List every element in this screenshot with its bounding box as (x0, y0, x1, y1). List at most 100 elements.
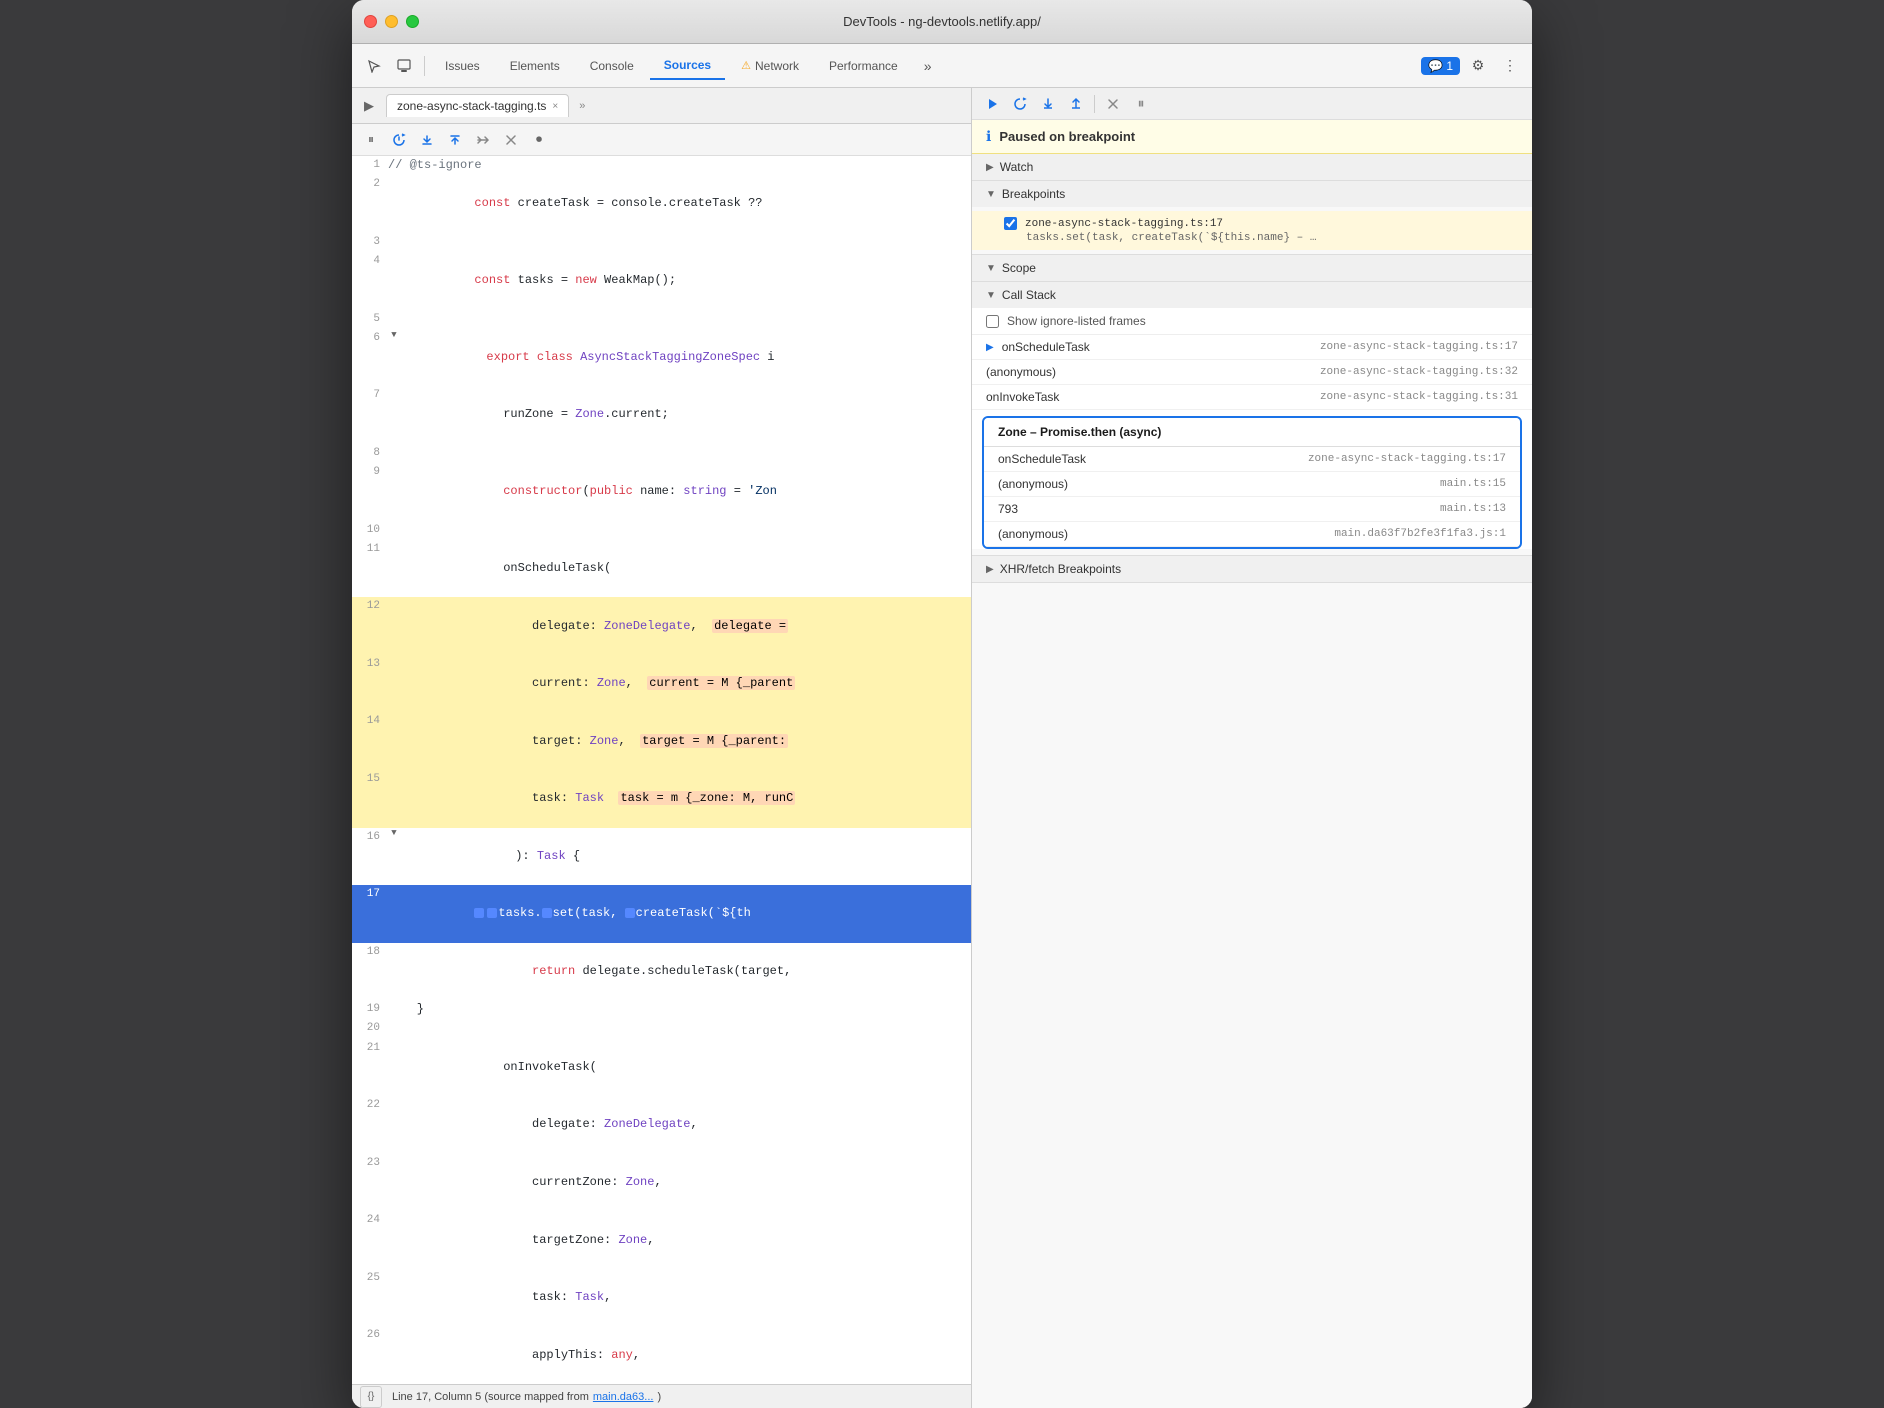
step-out-icon[interactable] (444, 129, 466, 151)
stack-fn-1: (anonymous) (986, 365, 1320, 379)
callstack-section: ▼ Call Stack Show ignore-listed frames ▶… (972, 282, 1532, 556)
tab-elements[interactable]: Elements (496, 53, 574, 79)
expand-tabs-button[interactable]: » (571, 95, 593, 117)
async-location-2: main.ts:13 (1440, 503, 1506, 515)
breakpoints-arrow: ▼ (986, 189, 996, 200)
resume-button[interactable] (980, 92, 1004, 116)
info-icon: ℹ (986, 128, 991, 145)
status-bar: {} Line 17, Column 5 (source mapped from… (352, 1384, 971, 1408)
ignore-checkbox[interactable] (986, 315, 999, 328)
pause-on-exceptions-icon[interactable]: ⏺ (528, 129, 550, 151)
async-location-3: main.da63f7b2fe3f1fa3.js:1 (1334, 528, 1506, 540)
collapse-arrow-6[interactable]: ▼ (388, 329, 400, 341)
sidebar-toggle-button[interactable]: ▶ (356, 93, 382, 119)
pause-exceptions-button[interactable]: ⏸ (1129, 92, 1153, 116)
close-button[interactable] (364, 15, 377, 28)
code-line-25: 25 task: Task, (352, 1269, 971, 1327)
warning-icon: ⚠ (741, 59, 751, 72)
code-line-4: 4 const tasks = new WeakMap(); (352, 252, 971, 310)
pause-script-icon[interactable]: ⏸ (360, 129, 382, 151)
inspect-icon[interactable] (390, 52, 418, 80)
minimize-button[interactable] (385, 15, 398, 28)
breakpoint-item-1: zone-async-stack-tagging.ts:17 tasks.set… (972, 211, 1532, 250)
async-entry-0[interactable]: onScheduleTask zone-async-stack-tagging.… (984, 447, 1520, 472)
tab-network[interactable]: ⚠ Network (727, 53, 813, 79)
code-line-2: 2 const createTask = console.createTask … (352, 175, 971, 233)
stack-entry-2[interactable]: onInvokeTask zone-async-stack-tagging.ts… (972, 385, 1532, 410)
code-line-9: 9 constructor(public name: string = 'Zon (352, 463, 971, 521)
code-line-23: 23 currentZone: Zone, (352, 1154, 971, 1212)
code-line-22: 22 delegate: ZoneDelegate, (352, 1096, 971, 1154)
async-location-1: main.ts:15 (1440, 478, 1506, 490)
scope-header[interactable]: ▼ Scope (972, 255, 1532, 281)
async-entry-3[interactable]: (anonymous) main.da63f7b2fe3f1fa3.js:1 (984, 522, 1520, 547)
source-map-link[interactable]: main.da63... (593, 1391, 654, 1403)
code-editor[interactable]: 1 // @ts-ignore 2 const createTask = con… (352, 156, 971, 1384)
traffic-lights (364, 15, 419, 28)
breakpoint-code: tasks.set(task, createTask(`${this.name}… (1026, 230, 1518, 244)
chat-badge[interactable]: 💬 1 (1421, 57, 1460, 75)
step-icon[interactable] (472, 129, 494, 151)
code-line-26: 26 applyThis: any, (352, 1326, 971, 1384)
tab-sources[interactable]: Sources (650, 52, 725, 80)
breakpoints-list: zone-async-stack-tagging.ts:17 tasks.set… (972, 207, 1532, 254)
tab-issues[interactable]: Issues (431, 53, 494, 79)
code-line-15: 15 task: Task task = m {_zone: M, runC (352, 770, 971, 828)
async-location-0: zone-async-stack-tagging.ts:17 (1308, 453, 1506, 465)
maximize-button[interactable] (406, 15, 419, 28)
watch-section: ▶ Watch (972, 154, 1532, 181)
tab-performance[interactable]: Performance (815, 53, 912, 79)
xhr-arrow: ▶ (986, 564, 994, 575)
format-button[interactable]: {} (360, 1386, 382, 1408)
collapse-arrow-16[interactable]: ▼ (388, 828, 400, 840)
step-into-button[interactable] (1036, 92, 1060, 116)
breakpoint-checkbox[interactable] (1004, 217, 1017, 230)
debug-toolbar: ⏸ (972, 88, 1532, 120)
async-separator: Zone – Promise.then (async) onScheduleTa… (982, 416, 1522, 549)
stack-location-0: zone-async-stack-tagging.ts:17 (1320, 341, 1518, 353)
xhr-header[interactable]: ▶ XHR/fetch Breakpoints (972, 556, 1532, 582)
step-out-button[interactable] (1064, 92, 1088, 116)
async-fn-0: onScheduleTask (998, 452, 1308, 466)
title-bar: DevTools - ng-devtools.netlify.app/ (352, 0, 1532, 44)
deactivate-breakpoints-button[interactable] (1101, 92, 1125, 116)
stack-entry-0[interactable]: ▶ onScheduleTask zone-async-stack-taggin… (972, 335, 1532, 360)
tab-console[interactable]: Console (576, 53, 648, 79)
code-line-7: 7 runZone = Zone.current; (352, 386, 971, 444)
toolbar-divider-1 (424, 56, 425, 76)
debug-scroll-area[interactable]: ℹ Paused on breakpoint ▶ Watch ▼ Breakpo… (972, 120, 1532, 1408)
async-entry-1[interactable]: (anonymous) main.ts:15 (984, 472, 1520, 497)
breakpoints-label: Breakpoints (1002, 187, 1065, 201)
more-options-button[interactable]: ⋮ (1496, 52, 1524, 80)
code-line-24: 24 targetZone: Zone, (352, 1211, 971, 1269)
callstack-content: Show ignore-listed frames ▶ onScheduleTa… (972, 308, 1532, 549)
settings-button[interactable]: ⚙ (1464, 52, 1492, 80)
paused-banner: ℹ Paused on breakpoint (972, 120, 1532, 154)
callstack-header[interactable]: ▼ Call Stack (972, 282, 1532, 308)
debug-sep-1 (1094, 95, 1095, 113)
file-tab-active[interactable]: zone-async-stack-tagging.ts × (386, 94, 569, 117)
code-line-20: 20 (352, 1019, 971, 1038)
xhr-label: XHR/fetch Breakpoints (1000, 562, 1121, 576)
async-entry-2[interactable]: 793 main.ts:13 (984, 497, 1520, 522)
deactivate-breakpoints-icon[interactable] (500, 129, 522, 151)
step-over-button[interactable] (1008, 92, 1032, 116)
stack-entry-1[interactable]: (anonymous) zone-async-stack-tagging.ts:… (972, 360, 1532, 385)
watch-section-header[interactable]: ▶ Watch (972, 154, 1532, 180)
code-line-11: 11 onScheduleTask( (352, 540, 971, 598)
main-toolbar: Issues Elements Console Sources ⚠ Networ… (352, 44, 1532, 88)
paused-text: Paused on breakpoint (999, 129, 1135, 144)
code-line-17: 17 tasks.set(task, createTask(`${th (352, 885, 971, 943)
code-line-13: 13 current: Zone, current = M {_parent (352, 655, 971, 713)
step-over-icon[interactable] (388, 129, 410, 151)
ignore-row: Show ignore-listed frames (972, 308, 1532, 335)
file-tab-close-button[interactable]: × (552, 101, 558, 112)
step-into-icon[interactable] (416, 129, 438, 151)
code-line-18: 18 return delegate.scheduleTask(target, (352, 943, 971, 1001)
window-title: DevTools - ng-devtools.netlify.app/ (843, 14, 1041, 29)
file-tab-name: zone-async-stack-tagging.ts (397, 99, 546, 113)
breakpoints-header[interactable]: ▼ Breakpoints (972, 181, 1532, 207)
toolbar-right: 💬 1 ⚙ ⋮ (1421, 52, 1524, 80)
cursor-icon[interactable] (360, 52, 388, 80)
more-tabs-icon[interactable]: » (914, 52, 942, 80)
